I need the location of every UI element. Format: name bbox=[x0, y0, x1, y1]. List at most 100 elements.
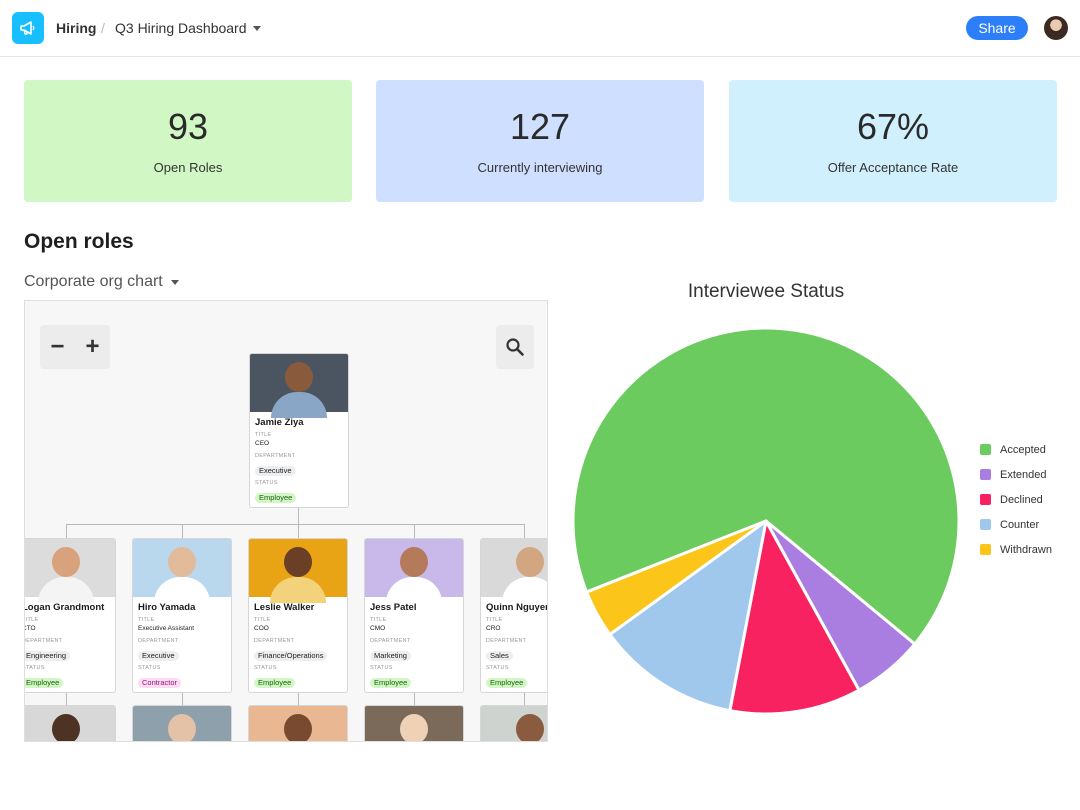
person-title: CEO bbox=[255, 440, 270, 447]
profile-photo bbox=[133, 539, 231, 603]
department-pill: Sales bbox=[486, 651, 513, 661]
field-label-status: STATUS bbox=[138, 665, 161, 671]
connector-line bbox=[298, 524, 299, 539]
org-card[interactable] bbox=[364, 705, 464, 741]
field-label-department: DEPARTMENT bbox=[254, 638, 295, 644]
chart-title: Interviewee Status bbox=[687, 281, 845, 302]
stat-card-open-roles: 93 Open Roles bbox=[24, 80, 352, 202]
profile-photo bbox=[249, 706, 347, 741]
profile-photo bbox=[133, 706, 231, 741]
legend-item: Withdrawn bbox=[980, 537, 1052, 562]
status-badge: Employee bbox=[25, 678, 64, 688]
legend-swatch bbox=[980, 519, 991, 530]
profile-photo bbox=[365, 539, 463, 603]
field-label-title: TITLE bbox=[25, 617, 39, 623]
zoom-out-button[interactable]: − bbox=[50, 335, 64, 359]
section-title: Open roles bbox=[24, 230, 134, 253]
org-card[interactable] bbox=[480, 705, 547, 741]
person-name: Jess Patel bbox=[370, 602, 417, 613]
field-label-department: DEPARTMENT bbox=[24, 638, 63, 644]
legend-item: Declined bbox=[980, 487, 1052, 512]
person-title: CTO bbox=[25, 625, 36, 632]
profile-photo bbox=[481, 706, 547, 741]
pie-chart bbox=[571, 326, 961, 716]
stat-label: Offer Acceptance Rate bbox=[827, 160, 959, 175]
connector-line bbox=[66, 524, 524, 525]
connector-line bbox=[66, 691, 67, 706]
org-card[interactable]: Logan Grandmont TITLE CTO DEPARTMENT Eng… bbox=[24, 538, 116, 693]
person-name: Jamie Ziya bbox=[255, 417, 304, 428]
field-label-department: DEPARTMENT bbox=[255, 453, 296, 459]
legend-item: Counter bbox=[980, 512, 1052, 537]
profile-photo bbox=[250, 354, 348, 418]
legend-label: Withdrawn bbox=[1000, 543, 1052, 556]
share-button[interactable]: Share bbox=[966, 16, 1028, 40]
field-label-title: TITLE bbox=[138, 617, 155, 623]
zoom-controls: − + bbox=[40, 325, 110, 369]
stat-label: Open Roles bbox=[153, 160, 223, 175]
stat-value: 67% bbox=[856, 106, 930, 147]
status-badge: Employee bbox=[254, 678, 296, 688]
org-card[interactable]: Hiro Yamada TITLE Executive Assistant DE… bbox=[132, 538, 232, 693]
stat-card-interviewing: 127 Currently interviewing bbox=[376, 80, 704, 202]
chevron-down-icon bbox=[252, 25, 261, 31]
legend-label: Counter bbox=[1000, 518, 1040, 531]
stat-label: Currently interviewing bbox=[477, 160, 603, 175]
connector-line bbox=[182, 691, 183, 706]
megaphone-icon[interactable] bbox=[12, 12, 44, 44]
stat-value: 127 bbox=[509, 106, 571, 147]
avatar[interactable] bbox=[1044, 16, 1068, 40]
connector-line bbox=[414, 524, 415, 539]
view-select-label: Corporate org chart bbox=[24, 273, 163, 290]
top-bar: Hiring / Q3 Hiring Dashboard Share bbox=[0, 0, 1080, 57]
legend-label: Accepted bbox=[1000, 443, 1046, 456]
department-pill: Executive bbox=[255, 466, 296, 476]
field-label-status: STATUS bbox=[486, 665, 509, 671]
department-pill: Marketing bbox=[370, 651, 411, 661]
org-card[interactable]: Quinn Nguyen TITLE CRO DEPARTMENT Sales … bbox=[480, 538, 548, 693]
field-label-department: DEPARTMENT bbox=[370, 638, 411, 644]
field-label-department: DEPARTMENT bbox=[138, 638, 179, 644]
chart-legend: Accepted Extended Declined Counter Withdrawn bbox=[980, 437, 1052, 562]
org-chart[interactable]: − + Jamie Ziya TITLE CEO DEPARTMENT Exec… bbox=[24, 300, 548, 742]
legend-item: Accepted bbox=[980, 437, 1052, 462]
status-badge: Employee bbox=[370, 678, 412, 688]
connector-line bbox=[414, 691, 415, 706]
field-label-title: TITLE bbox=[255, 432, 272, 438]
breadcrumb-separator: / bbox=[101, 20, 105, 36]
department-pill: Finance/Operations bbox=[254, 651, 328, 661]
connector-line bbox=[298, 507, 299, 525]
org-card[interactable]: Leslie Walker TITLE COO DEPARTMENT Finan… bbox=[248, 538, 348, 693]
field-label-department: DEPARTMENT bbox=[486, 638, 527, 644]
legend-item: Extended bbox=[980, 462, 1052, 487]
person-title: CRO bbox=[486, 625, 501, 632]
org-card[interactable]: Jess Patel TITLE CMO DEPARTMENT Marketin… bbox=[364, 538, 464, 693]
org-card[interactable] bbox=[132, 705, 232, 741]
connector-line bbox=[298, 691, 299, 706]
stat-value: 93 bbox=[167, 106, 209, 147]
field-label-title: TITLE bbox=[370, 617, 387, 623]
connector-line bbox=[182, 524, 183, 539]
view-select[interactable]: Corporate org chart bbox=[24, 273, 179, 291]
profile-photo bbox=[249, 539, 347, 603]
org-card[interactable] bbox=[248, 705, 348, 741]
breadcrumb-base[interactable]: Hiring bbox=[56, 19, 96, 37]
person-title: CMO bbox=[370, 625, 386, 632]
connector-line bbox=[524, 691, 525, 706]
person-name: Logan Grandmont bbox=[24, 602, 105, 613]
zoom-in-button[interactable]: + bbox=[85, 335, 99, 359]
field-label-status: STATUS bbox=[24, 665, 45, 671]
person-name: Quinn Nguyen bbox=[486, 602, 548, 613]
department-pill: Executive bbox=[138, 651, 179, 661]
profile-photo bbox=[25, 539, 115, 603]
org-card-root[interactable]: Jamie Ziya TITLE CEO DEPARTMENT Executiv… bbox=[249, 353, 349, 508]
status-badge: Contractor bbox=[138, 678, 182, 688]
connector-line bbox=[66, 524, 67, 539]
breadcrumb-page[interactable]: Q3 Hiring Dashboard bbox=[115, 19, 261, 37]
person-title: Executive Assistant bbox=[138, 625, 194, 632]
search-button[interactable] bbox=[496, 325, 534, 369]
stat-card-offer-rate: 67% Offer Acceptance Rate bbox=[729, 80, 1057, 202]
legend-swatch bbox=[980, 494, 991, 505]
org-card[interactable] bbox=[25, 705, 116, 741]
page-title: Q3 Hiring Dashboard bbox=[115, 20, 247, 36]
